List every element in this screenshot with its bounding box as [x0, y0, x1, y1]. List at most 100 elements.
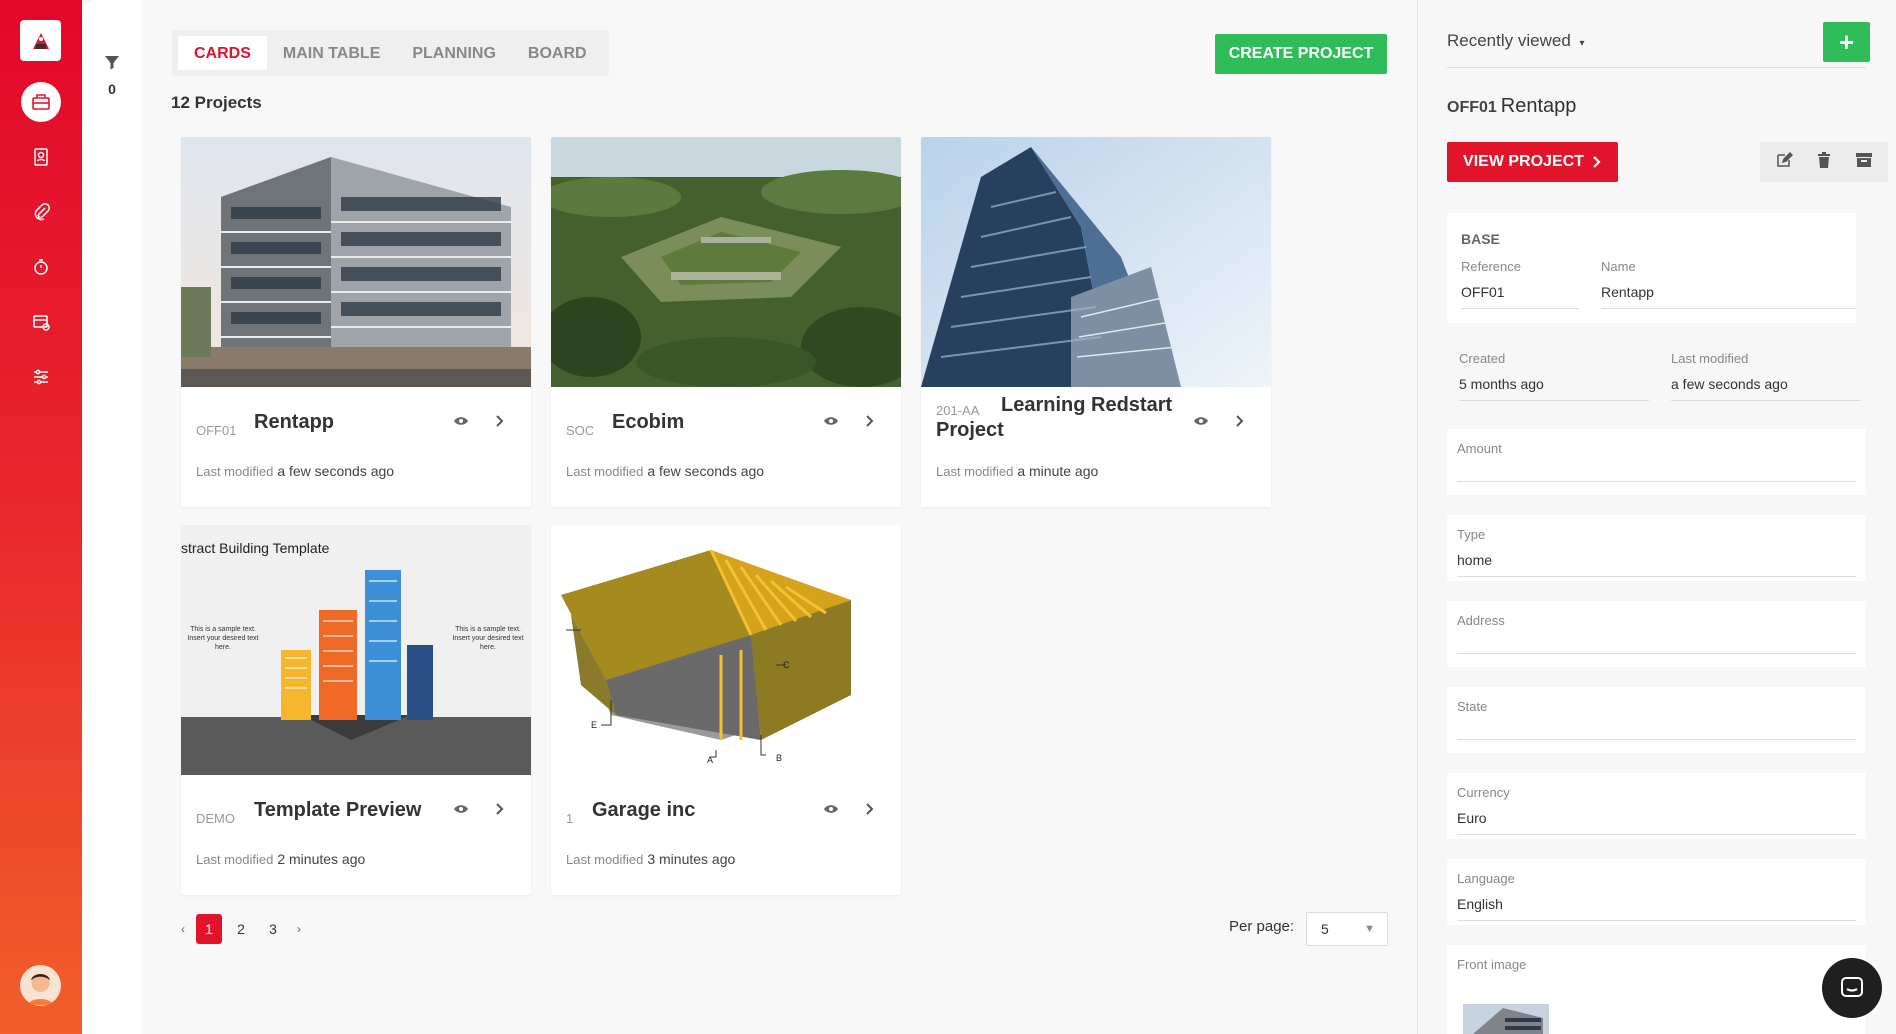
project-card[interactable]: OFF01 Rentapp Last modified a few seconds… — [181, 137, 531, 507]
eye-icon[interactable] — [453, 413, 469, 434]
language-field[interactable]: Language English — [1447, 859, 1866, 925]
timer-icon[interactable] — [21, 247, 61, 287]
base-heading: BASE — [1461, 231, 1500, 247]
project-image: E A B C — [551, 525, 901, 775]
eye-icon[interactable] — [1193, 413, 1209, 434]
project-image: stract Building Template This is a sampl… — [181, 525, 531, 775]
view-project-button[interactable]: VIEW PROJECT — [1447, 142, 1618, 182]
last-modified: Last modified a few seconds ago — [566, 463, 764, 479]
project-title[interactable]: Rentapp — [254, 411, 334, 434]
created-label: Created — [1459, 351, 1506, 366]
name-value[interactable]: Rentapp — [1601, 284, 1856, 309]
chevron-right-icon[interactable] — [493, 801, 507, 822]
prev-page-button[interactable]: ‹ — [176, 922, 190, 936]
type-input[interactable]: home — [1457, 552, 1856, 577]
garage-label-a: A — [707, 755, 714, 765]
currency-input[interactable]: Euro — [1457, 810, 1856, 835]
last-modified-label: Last modified — [196, 464, 274, 479]
chevron-right-icon[interactable] — [863, 413, 877, 434]
amount-field[interactable]: Amount — [1447, 429, 1866, 495]
address-field[interactable]: Address — [1447, 601, 1866, 667]
language-input[interactable]: English — [1457, 896, 1856, 921]
project-card[interactable]: E A B C 1 Garage inc Last modified 3 minu… — [551, 525, 901, 895]
type-label: Type — [1457, 527, 1486, 542]
page-1-button[interactable]: 1 — [196, 914, 222, 944]
last-modified: Last modified a minute ago — [936, 463, 1098, 479]
last-modified: Last modified 2 minutes ago — [196, 851, 365, 867]
attachments-icon[interactable] — [21, 192, 61, 232]
last-modified-label: Last modified — [196, 852, 274, 867]
chevron-down-icon: ▼ — [1364, 923, 1375, 935]
last-modified-value: a few seconds ago — [647, 463, 765, 479]
user-avatar[interactable] — [20, 965, 61, 1006]
project-reference: 1 — [566, 811, 574, 826]
last-modified-label: Last modified — [566, 852, 644, 867]
project-title[interactable]: Learning Redstart Project — [936, 393, 1176, 443]
chevron-right-icon[interactable] — [1233, 413, 1247, 434]
chevron-right-icon[interactable] — [493, 413, 507, 434]
garage-label-b: B — [776, 753, 783, 763]
eye-icon[interactable] — [453, 801, 469, 822]
create-project-button[interactable]: CREATE PROJECT — [1215, 34, 1387, 74]
type-field[interactable]: Type home — [1447, 515, 1866, 581]
project-image — [551, 137, 901, 387]
recently-viewed-label: Recently viewed — [1447, 31, 1571, 50]
state-field[interactable]: State — [1447, 687, 1866, 753]
tab-main-table[interactable]: MAIN TABLE — [267, 36, 396, 70]
eye-icon[interactable] — [823, 801, 839, 822]
edit-icon[interactable] — [1775, 151, 1794, 174]
project-title[interactable]: Template Preview — [254, 799, 421, 822]
recently-viewed-dropdown[interactable]: Recently viewed ▾ — [1447, 31, 1585, 51]
dates-row: Created 5 months ago Last modified a few… — [1447, 343, 1866, 403]
amount-input[interactable] — [1457, 466, 1856, 482]
state-input[interactable] — [1457, 724, 1856, 740]
name-field[interactable]: Name Rentapp — [1601, 259, 1856, 309]
add-project-button[interactable]: + — [1823, 22, 1870, 62]
view-project-label: VIEW PROJECT — [1463, 153, 1584, 170]
project-image — [181, 137, 531, 387]
base-section: BASE Reference OFF01 Name Rentapp — [1447, 213, 1856, 323]
front-image-label: Front image — [1457, 957, 1527, 972]
logo-icon[interactable] — [20, 20, 61, 61]
project-card[interactable]: 201-AA Learning Redstart Project Last mo… — [921, 137, 1271, 507]
last-modified-value: 2 minutes ago — [277, 851, 366, 867]
page-3-button[interactable]: 3 — [260, 914, 286, 944]
project-title[interactable]: Garage inc — [592, 799, 695, 822]
reference-value[interactable]: OFF01 — [1461, 284, 1579, 309]
chevron-down-icon: ▾ — [1579, 38, 1585, 49]
front-image-thumbnail[interactable] — [1463, 1004, 1549, 1034]
garage-label-c: C — [783, 660, 790, 670]
project-title[interactable]: Ecobim — [612, 411, 684, 434]
project-card[interactable]: SOC Ecobim Last modified a few seconds ag… — [551, 137, 901, 507]
trash-icon[interactable] — [1816, 151, 1832, 174]
settings-icon[interactable] — [21, 357, 61, 397]
reports-icon[interactable] — [21, 302, 61, 342]
reference-field[interactable]: Reference OFF01 — [1461, 259, 1579, 309]
page-2-button[interactable]: 2 — [228, 914, 254, 944]
panel-toolbar — [1760, 142, 1888, 182]
last-modified-field: Last modified a few seconds ago — [1671, 351, 1861, 401]
chevron-right-icon[interactable] — [863, 801, 877, 822]
last-modified-value: a minute ago — [1017, 463, 1099, 479]
project-reference: DEMO — [196, 811, 235, 826]
next-page-button[interactable]: › — [292, 922, 306, 936]
tab-cards[interactable]: CARDS — [178, 36, 267, 70]
tab-board[interactable]: BOARD — [512, 36, 603, 70]
filter-icon[interactable] — [104, 54, 120, 75]
contacts-icon[interactable] — [21, 137, 61, 177]
app-sidebar — [0, 0, 82, 1034]
created-value: 5 months ago — [1459, 376, 1649, 401]
address-input[interactable] — [1457, 638, 1856, 654]
project-card[interactable]: stract Building Template This is a sampl… — [181, 525, 531, 895]
currency-label: Currency — [1457, 785, 1510, 800]
currency-field[interactable]: Currency Euro — [1447, 773, 1866, 839]
chat-icon[interactable] — [1822, 958, 1882, 1018]
last-modified-label: Last modified — [936, 464, 1014, 479]
per-page-select[interactable]: 5 ▼ — [1306, 912, 1388, 946]
archive-icon[interactable] — [1855, 152, 1873, 173]
amount-label: Amount — [1457, 441, 1502, 456]
eye-icon[interactable] — [823, 413, 839, 434]
template-left-text: This is a sample text. Insert your desir… — [187, 626, 259, 651]
projects-icon[interactable] — [21, 82, 61, 122]
tab-planning[interactable]: PLANNING — [396, 36, 512, 70]
